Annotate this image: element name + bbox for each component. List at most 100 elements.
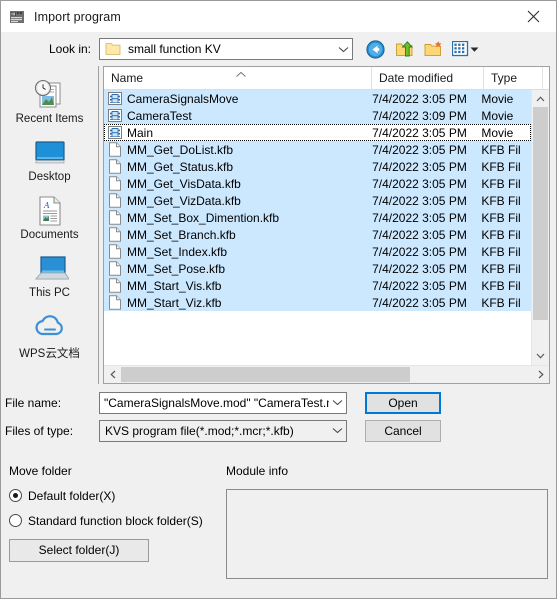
filename-row: File name: "CameraSignalsMove.mod" "Came… xyxy=(1,391,556,414)
new-folder-button[interactable] xyxy=(423,39,444,60)
horizontal-scrollbar[interactable] xyxy=(104,364,549,383)
filename-input[interactable]: "CameraSignalsMove.mod" "CameraTest.mod" xyxy=(99,391,347,414)
scroll-down-button[interactable] xyxy=(532,348,549,365)
sort-ascending-icon xyxy=(235,67,247,77)
scroll-left-button[interactable] xyxy=(104,366,121,383)
table-row[interactable]: MM_Get_VizData.kfb 7/4/2022 3:05 PM KFB Fi… xyxy=(104,192,531,209)
file-type-cell: Movie xyxy=(481,91,514,106)
place-label: WPS云文档 xyxy=(19,348,80,360)
vertical-scroll-thumb[interactable] xyxy=(533,107,548,320)
generic-file-icon xyxy=(108,295,122,310)
filetype-combobox[interactable]: KVS program file(*.mod;*.mcr;*.kfb) xyxy=(99,419,347,442)
cancel-button[interactable]: Cancel xyxy=(365,419,441,442)
table-row[interactable]: MM_Get_Status.kfb 7/4/2022 3:05 PM KFB Fil xyxy=(104,158,531,175)
table-row[interactable]: CameraTest 7/4/2022 3:09 PM Movie xyxy=(104,107,531,124)
file-name-cell: MM_Set_Branch.kfb xyxy=(104,227,365,242)
place-recent-items[interactable]: Recent Items xyxy=(1,74,98,132)
vertical-scroll-track[interactable] xyxy=(532,107,549,348)
column-header-spacer xyxy=(542,67,549,89)
file-date-cell: 7/4/2022 3:05 PM xyxy=(372,227,467,242)
vertical-scrollbar[interactable] xyxy=(531,90,549,365)
radio-standard-function-block-folder[interactable]: Standard function block folder(S) xyxy=(9,514,226,528)
title-bar: Import program xyxy=(1,1,556,32)
wps-cloud-icon xyxy=(32,310,68,344)
chevron-down-icon xyxy=(470,47,479,52)
up-one-level-button[interactable] xyxy=(394,39,415,60)
file-name-cell: MM_Get_VizData.kfb xyxy=(104,193,365,208)
file-list: Name Date modified Type CameraSignalsMov… xyxy=(103,66,550,384)
column-header-type[interactable]: Type xyxy=(484,67,542,89)
file-name-label: MM_Set_Index.kfb xyxy=(127,244,228,259)
select-folder-button[interactable]: Select folder(J) xyxy=(9,538,149,562)
place-label: Documents xyxy=(20,229,79,241)
movie-file-icon xyxy=(108,108,122,123)
radio-button-icon[interactable] xyxy=(9,514,22,527)
file-type-cell: KFB Fil xyxy=(481,159,521,174)
module-info-textbox[interactable] xyxy=(226,488,548,579)
views-button[interactable] xyxy=(452,41,479,57)
table-row[interactable]: MM_Set_Index.kfb 7/4/2022 3:05 PM KFB Fil xyxy=(104,243,531,260)
scroll-up-button[interactable] xyxy=(532,90,549,107)
navigation-toolbar xyxy=(365,39,479,60)
table-row[interactable]: Main 7/4/2022 3:05 PM Movie xyxy=(104,124,531,141)
table-row[interactable]: MM_Start_Viz.kfb 7/4/2022 3:05 PM KFB Fil xyxy=(104,294,531,311)
table-row[interactable]: MM_Get_DoList.kfb 7/4/2022 3:05 PM KFB Fil xyxy=(104,141,531,158)
file-date-cell: 7/4/2022 3:05 PM xyxy=(372,261,467,276)
file-type-cell: KFB Fil xyxy=(481,295,521,310)
generic-file-icon xyxy=(108,159,122,174)
file-name-label: MM_Start_Vis.kfb xyxy=(127,278,222,293)
column-header-date-modified[interactable]: Date modified xyxy=(372,67,484,89)
place-wps-cloud[interactable]: WPS云文档 xyxy=(1,306,98,364)
file-name-label: Main xyxy=(127,125,154,140)
table-row[interactable]: MM_Get_VisData.kfb 7/4/2022 3:05 PM KFB Fi… xyxy=(104,175,531,192)
place-this-pc[interactable]: This PC xyxy=(1,248,98,306)
program-module-icon xyxy=(9,9,25,25)
chevron-down-icon[interactable] xyxy=(329,393,346,413)
horizontal-scroll-thumb[interactable] xyxy=(121,366,410,382)
filename-value: "CameraSignalsMove.mod" "CameraTest.mod" xyxy=(104,395,329,410)
file-date-cell: 7/4/2022 3:09 PM xyxy=(372,108,467,123)
place-label: Desktop xyxy=(28,171,71,183)
table-row[interactable]: MM_Set_Box_Dimention.kfb 7/4/2022 3:05 PM… xyxy=(104,209,531,226)
radio-button-icon[interactable] xyxy=(9,489,22,502)
chevron-down-icon[interactable] xyxy=(335,39,352,59)
place-documents[interactable]: A Documents xyxy=(1,190,98,248)
movie-file-icon xyxy=(108,91,122,106)
table-row[interactable]: MM_Start_Vis.kfb 7/4/2022 3:05 PM KFB Fil xyxy=(104,277,531,294)
radio-default-folder[interactable]: Default folder(X) xyxy=(9,489,226,503)
open-button[interactable]: Open xyxy=(365,391,441,414)
table-row[interactable]: MM_Set_Pose.kfb 7/4/2022 3:05 PM KFB Fil xyxy=(104,260,531,277)
file-list-container: Name Date modified Type CameraSignalsMov… xyxy=(103,66,550,384)
look-in-combobox[interactable]: small function KV xyxy=(99,38,353,60)
folder-icon xyxy=(105,42,121,56)
places-bar: Recent Items Desktop A Documents This PC… xyxy=(1,66,99,384)
chevron-down-icon[interactable] xyxy=(329,421,346,441)
move-folder-title: Move folder xyxy=(9,463,72,478)
radio-label: Default folder(X) xyxy=(28,488,116,503)
look-in-label: Look in: xyxy=(48,42,91,56)
horizontal-scroll-track[interactable] xyxy=(121,366,532,383)
file-name-label: MM_Get_VizData.kfb xyxy=(127,193,241,208)
file-name-label: CameraSignalsMove xyxy=(127,91,239,106)
table-row[interactable]: CameraSignalsMove 7/4/2022 3:05 PM Movie xyxy=(104,90,531,107)
file-name-label: MM_Set_Pose.kfb xyxy=(127,261,226,276)
place-desktop[interactable]: Desktop xyxy=(1,132,98,190)
generic-file-icon xyxy=(108,176,122,191)
table-row[interactable]: MM_Set_Branch.kfb 7/4/2022 3:05 PM KFB Fil xyxy=(104,226,531,243)
file-rows: CameraSignalsMove 7/4/2022 3:05 PM Movie Ca… xyxy=(104,90,531,365)
movie-file-icon xyxy=(108,125,122,140)
file-name-cell: MM_Get_DoList.kfb xyxy=(104,142,365,157)
generic-file-icon xyxy=(108,261,122,276)
scroll-right-button[interactable] xyxy=(532,366,549,383)
generic-file-icon xyxy=(108,193,122,208)
file-name-label: MM_Set_Box_Dimention.kfb xyxy=(127,210,280,225)
look-in-value: small function KV xyxy=(128,42,221,56)
back-button[interactable] xyxy=(365,39,386,60)
file-date-cell: 7/4/2022 3:05 PM xyxy=(372,91,467,106)
file-name-cell: MM_Set_Box_Dimention.kfb xyxy=(104,210,365,225)
filetype-row: Files of type: KVS program file(*.mod;*.… xyxy=(1,419,556,442)
import-program-dialog: Import program Look in: small function K… xyxy=(0,0,557,599)
file-name-label: MM_Get_DoList.kfb xyxy=(127,142,234,157)
filename-label: File name: xyxy=(5,395,62,410)
close-button[interactable] xyxy=(510,1,556,32)
